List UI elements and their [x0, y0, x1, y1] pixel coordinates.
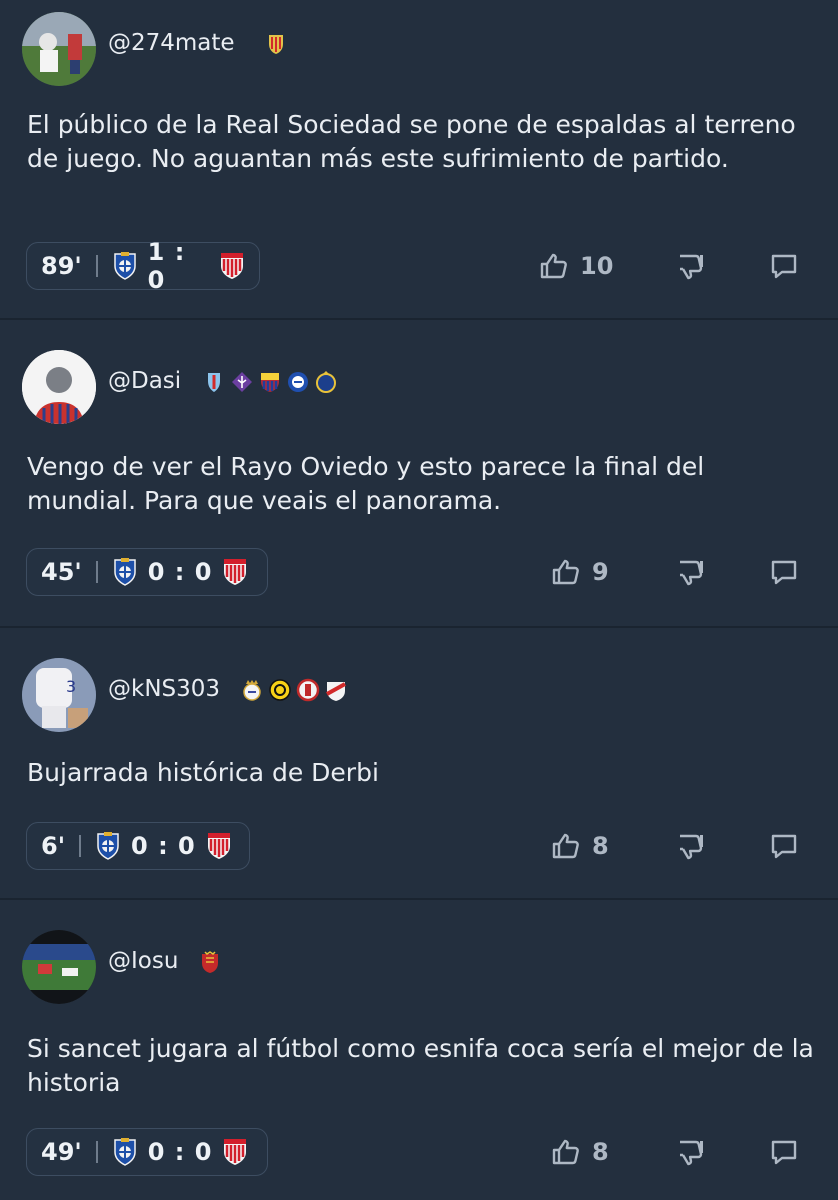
- athletic-club-crest-icon: [219, 251, 245, 281]
- like-count: 9: [592, 558, 609, 586]
- match-minute: 89': [41, 252, 82, 280]
- comment-icon: [768, 830, 800, 862]
- match-result: 0 : 0: [147, 558, 213, 586]
- thumbs-up-icon: [550, 556, 582, 588]
- comment-button[interactable]: [768, 242, 800, 290]
- score-separator: [95, 255, 98, 277]
- match-score[interactable]: 49' 0 : 0: [26, 1128, 268, 1176]
- post-text: Vengo de ver el Rayo Oviedo y esto parec…: [27, 452, 705, 515]
- post-text: Bujarrada histórica de Derbi: [27, 758, 379, 787]
- barcelona-crest-icon: [258, 370, 282, 394]
- athletic-club-crest-icon: [222, 557, 248, 587]
- match-minute: 6': [41, 832, 66, 860]
- like-count: 8: [592, 1138, 609, 1166]
- thumbs-up-icon: [550, 830, 582, 862]
- like-button[interactable]: 8: [550, 830, 609, 862]
- st-pauli-crest-icon: [296, 678, 320, 702]
- user-badges: [240, 678, 348, 702]
- comment-icon: [768, 250, 800, 282]
- comment-button[interactable]: [768, 548, 800, 596]
- comment-icon: [768, 1136, 800, 1168]
- dislike-button[interactable]: [674, 242, 706, 290]
- dislike-button[interactable]: [674, 1128, 706, 1176]
- match-score[interactable]: 89' 1 : 0: [26, 238, 260, 294]
- union-sg-crest-icon: [314, 370, 338, 394]
- thumbs-down-icon: [674, 1136, 706, 1168]
- user-badges: [264, 32, 288, 56]
- avatar[interactable]: [22, 350, 96, 424]
- dortmund-crest-icon: [268, 678, 292, 702]
- real-madrid-crest-icon: [240, 678, 264, 702]
- sporting-gijon-crest-icon: [264, 32, 288, 56]
- dislike-button[interactable]: [674, 548, 706, 596]
- rayo-vallecano-crest-icon: [324, 678, 348, 702]
- fiorentina-crest-icon: [230, 370, 254, 394]
- like-button[interactable]: 10: [538, 250, 613, 282]
- athletic-club-crest-icon: [206, 831, 232, 861]
- user-badges: [198, 950, 222, 974]
- score-separator: [95, 1141, 98, 1163]
- real-sociedad-crest-icon: [95, 831, 121, 861]
- like-count: 10: [580, 252, 614, 280]
- avatar[interactable]: [22, 930, 96, 1004]
- match-result: 0 : 0: [147, 1138, 213, 1166]
- post-text: El público de la Real Sociedad se pone d…: [27, 110, 796, 173]
- divider: [0, 626, 838, 628]
- post-text: Si sancet jugara al fútbol como esnifa c…: [27, 1034, 814, 1097]
- like-button[interactable]: 9: [550, 556, 609, 588]
- score-separator: [79, 835, 82, 857]
- thumbs-down-icon: [674, 250, 706, 282]
- like-count: 8: [592, 832, 609, 860]
- osasuna-crest-icon: [198, 950, 222, 974]
- dislike-button[interactable]: [674, 822, 706, 870]
- thumbs-down-icon: [674, 556, 706, 588]
- match-score[interactable]: 45' 0 : 0: [26, 548, 268, 596]
- user-badges: [202, 370, 338, 394]
- alaves-crest-icon: [286, 370, 310, 394]
- avatar[interactable]: [22, 12, 96, 86]
- username[interactable]: @Dasi: [108, 368, 181, 394]
- username[interactable]: @274mate: [108, 30, 235, 56]
- real-sociedad-crest-icon: [112, 251, 138, 281]
- username[interactable]: @kNS303: [108, 676, 220, 702]
- comment-button[interactable]: [768, 822, 800, 870]
- username[interactable]: @Iosu: [108, 948, 178, 974]
- thumbs-down-icon: [674, 830, 706, 862]
- thumbs-up-icon: [550, 1136, 582, 1168]
- divider: [0, 318, 838, 320]
- real-sociedad-crest-icon: [112, 1137, 138, 1167]
- match-score[interactable]: 6' 0 : 0: [26, 822, 250, 870]
- divider: [0, 898, 838, 900]
- celta-crest-icon: [202, 370, 226, 394]
- athletic-club-crest-icon: [222, 1137, 248, 1167]
- comment-button[interactable]: [768, 1128, 800, 1176]
- avatar[interactable]: 3: [22, 658, 96, 732]
- thumbs-up-icon: [538, 250, 570, 282]
- like-button[interactable]: 8: [550, 1136, 609, 1168]
- svg-text:3: 3: [66, 677, 76, 696]
- real-sociedad-crest-icon: [112, 557, 138, 587]
- match-minute: 49': [41, 1138, 82, 1166]
- score-separator: [95, 561, 98, 583]
- match-result: 1 : 0: [147, 238, 186, 294]
- match-minute: 45': [41, 558, 82, 586]
- match-result: 0 : 0: [131, 832, 196, 860]
- comment-icon: [768, 556, 800, 588]
